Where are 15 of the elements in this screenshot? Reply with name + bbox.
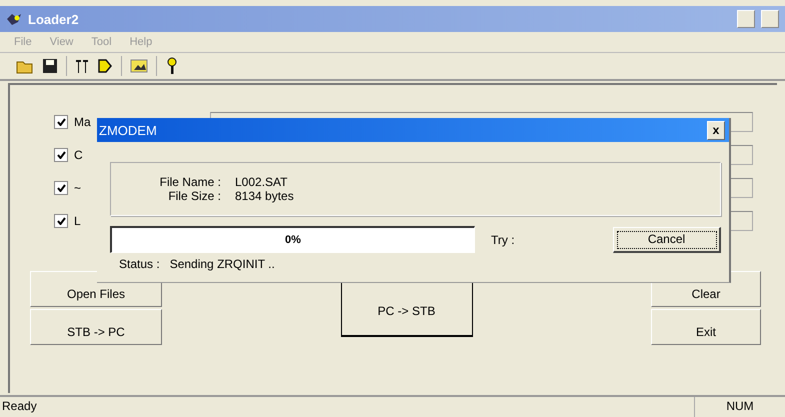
file-size-label: File Size : bbox=[167, 189, 221, 203]
num-lock-indicator: NUM bbox=[694, 397, 785, 417]
status-message: Ready bbox=[1, 398, 38, 415]
window-title: Loader2 bbox=[28, 12, 80, 26]
status-text: Status : Sending ZRQINIT .. bbox=[119, 257, 276, 271]
file-name-label: File Name : bbox=[158, 175, 221, 189]
file-size-value: 8134 bytes bbox=[235, 189, 295, 203]
option-label: L bbox=[74, 214, 81, 228]
file-name-value: L002.SAT bbox=[235, 175, 288, 189]
option-label: Ma bbox=[74, 114, 91, 128]
option-label: C bbox=[74, 148, 83, 162]
dialog-title: ZMODEM bbox=[99, 122, 157, 138]
progress-text: 0% bbox=[285, 234, 301, 246]
option-label: ~ bbox=[74, 180, 82, 194]
try-label: Try : bbox=[491, 232, 516, 246]
